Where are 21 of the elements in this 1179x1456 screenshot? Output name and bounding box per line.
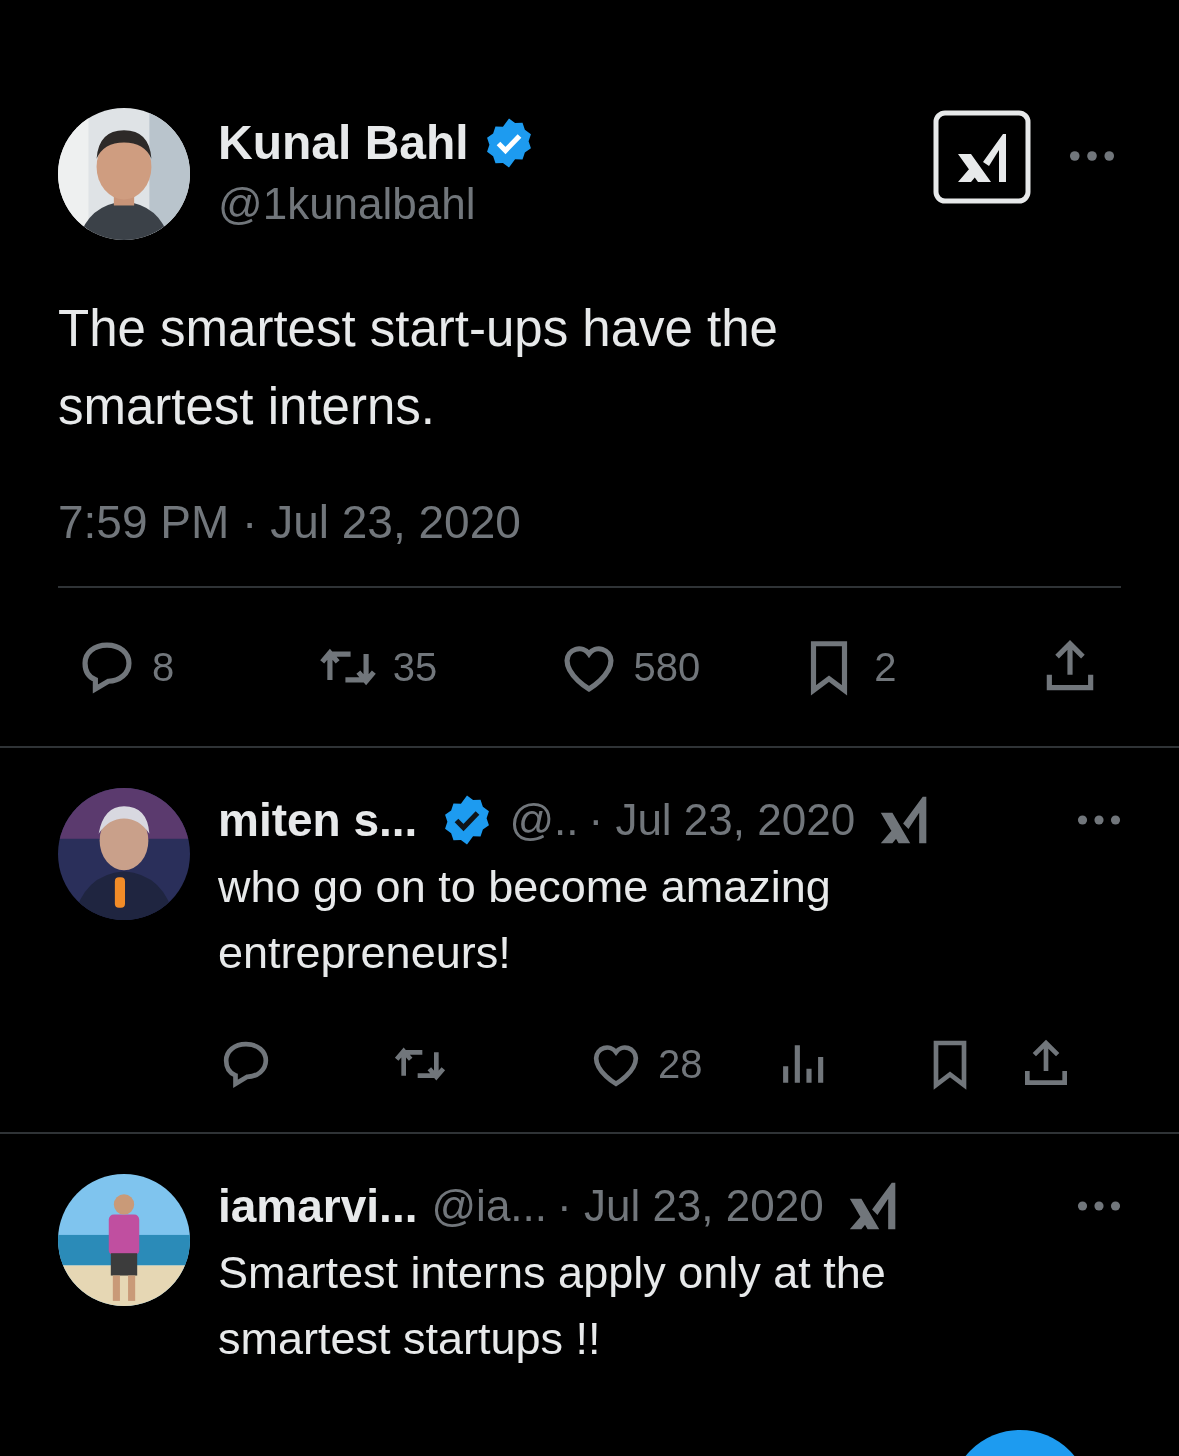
author-name[interactable]: iamarvi... bbox=[218, 1179, 418, 1233]
more-icon[interactable] bbox=[1077, 814, 1121, 826]
reply-text: who go on to become amazing entrepreneurs! bbox=[218, 860, 832, 980]
slashes-icon[interactable] bbox=[933, 110, 1031, 204]
more-icon[interactable] bbox=[1069, 150, 1115, 162]
action-count: 8 bbox=[152, 644, 175, 690]
post-text: The smartest start-ups have the smartest interns. bbox=[58, 299, 779, 437]
author-name[interactable]: Kunal Bahl bbox=[218, 112, 469, 174]
post-timestamp: 7:59 PM · Jul 23, 2020 bbox=[58, 495, 522, 550]
author-handle[interactable]: @1kunalbahl bbox=[218, 174, 933, 234]
action-count: 580 bbox=[633, 644, 701, 690]
reply-text: Smartest interns apply only at the smartest startups !! bbox=[218, 1246, 887, 1366]
author-handle[interactable]: @.. bbox=[509, 795, 579, 845]
author-name[interactable]: miten s... bbox=[218, 793, 418, 847]
reply-date: · Jul 23, 2020 bbox=[557, 1181, 824, 1231]
more-icon[interactable] bbox=[1077, 1200, 1121, 1212]
action-count: 28 bbox=[658, 1041, 703, 1087]
author-handle[interactable]: @ia... bbox=[431, 1181, 548, 1231]
action-count: 35 bbox=[392, 644, 438, 690]
reply-date: · Jul 23, 2020 bbox=[588, 795, 856, 845]
action-count: 2 bbox=[874, 644, 897, 690]
